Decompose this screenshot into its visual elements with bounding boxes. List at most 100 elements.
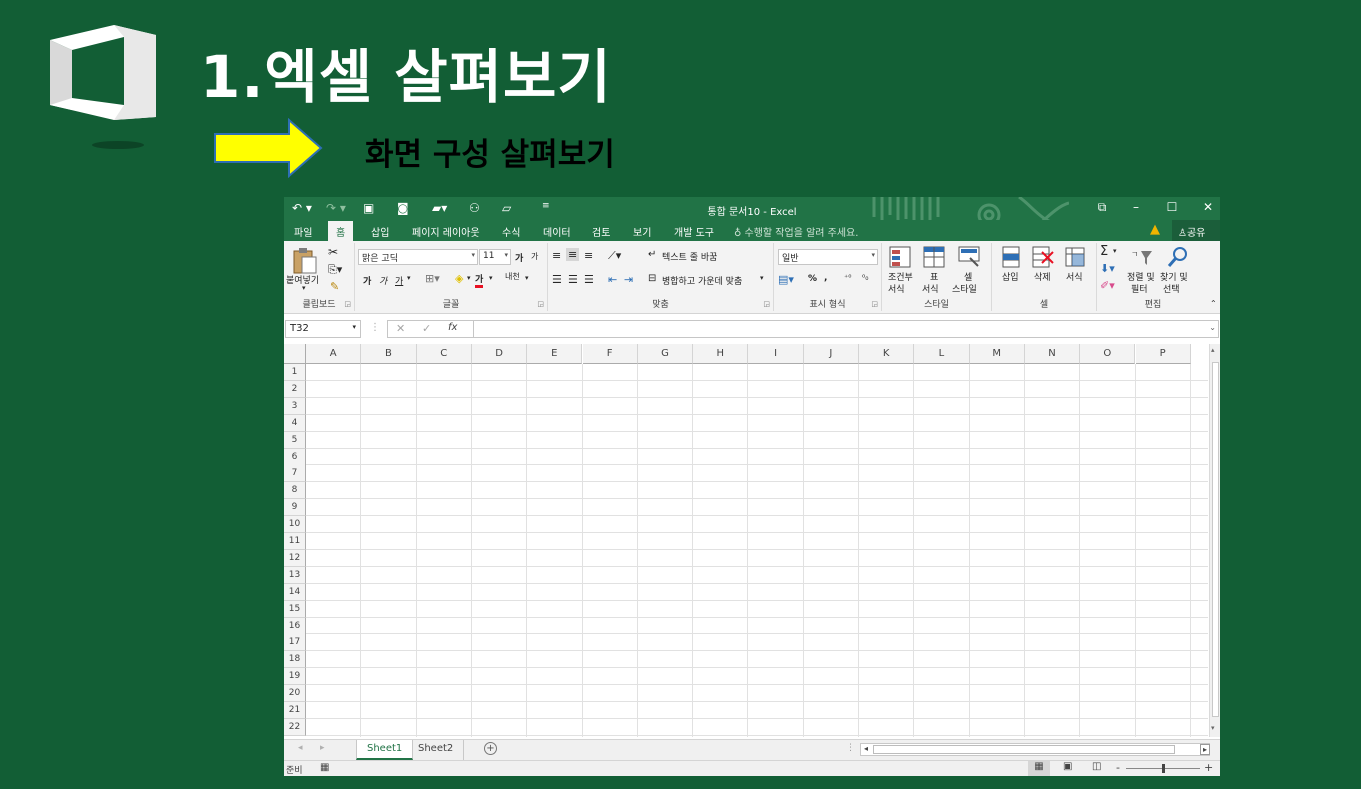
find-select-line2[interactable]: 선택	[1163, 282, 1180, 295]
row-header-22[interactable]: 22	[284, 718, 306, 736]
tab-review[interactable]: 검토	[592, 224, 610, 239]
increase-decimal-icon[interactable]: ⁺⁰	[844, 273, 851, 282]
tab-page-layout[interactable]: 페이지 레이아웃	[412, 224, 480, 239]
fill-icon[interactable]: ⬇▾	[1100, 262, 1115, 275]
column-header-h[interactable]: H	[693, 344, 749, 364]
column-header-d[interactable]: D	[471, 344, 528, 364]
row-header-13[interactable]: 13	[284, 566, 306, 584]
clear-icon[interactable]: ✐▾	[1100, 279, 1115, 292]
wrap-text-icon[interactable]: ↵	[648, 249, 656, 260]
align-bottom-icon[interactable]: ≡	[584, 249, 593, 262]
formula-input[interactable]: ⌄	[473, 320, 1219, 338]
row-header-3[interactable]: 3	[284, 397, 306, 415]
scroll-left-icon[interactable]: ◂	[864, 744, 868, 753]
merge-icon[interactable]: ⊟	[648, 273, 656, 284]
format-cells-icon[interactable]	[1064, 246, 1086, 268]
tab-file[interactable]: 파일	[294, 224, 312, 239]
column-header-c[interactable]: C	[416, 344, 472, 364]
maximize-icon[interactable]: ☐	[1160, 200, 1184, 214]
macro-record-icon[interactable]: ▦	[320, 762, 329, 773]
column-header-b[interactable]: B	[361, 344, 417, 364]
row-header-1[interactable]: 1	[284, 364, 306, 381]
row-header-4[interactable]: 4	[284, 414, 306, 432]
format-as-table-line2[interactable]: 서식	[922, 282, 939, 295]
enter-icon[interactable]: ✓	[422, 322, 431, 335]
row-header-12[interactable]: 12	[284, 549, 306, 567]
vertical-scroll-thumb[interactable]	[1212, 362, 1219, 717]
row-header-8[interactable]: 8	[284, 482, 306, 500]
row-header-21[interactable]: 21	[284, 702, 306, 719]
cut-icon[interactable]: ✂	[328, 245, 338, 259]
number-format-select[interactable]: 일반 ▾	[778, 249, 878, 265]
merge-center-button[interactable]: 병합하고 가운데 맞춤	[662, 274, 742, 287]
ribbon-display-icon[interactable]: ⧉	[1090, 200, 1114, 215]
font-color-dropdown-icon[interactable]: ▾	[489, 274, 493, 282]
row-header-14[interactable]: 14	[284, 583, 306, 601]
row-header-20[interactable]: 20	[284, 685, 306, 703]
tab-view[interactable]: 보기	[633, 224, 651, 239]
cell-styles-line2[interactable]: 스타일	[952, 282, 977, 295]
currency-icon[interactable]: ▤▾	[778, 273, 794, 286]
column-header-o[interactable]: O	[1080, 344, 1136, 364]
column-header-l[interactable]: L	[914, 344, 970, 364]
italic-button[interactable]: 가	[379, 274, 387, 287]
worksheet-grid[interactable]: ▴ ▾ A B C D E F G H I J K L M N O P 1 2 3 4 5 6 7 8 9 10 11 12 13 14 1…	[284, 344, 1220, 739]
insert-function-button[interactable]: fx	[448, 322, 457, 333]
zoom-slider-thumb[interactable]	[1162, 764, 1165, 773]
page-break-view-icon[interactable]: ◫	[1092, 761, 1101, 772]
row-header-19[interactable]: 19	[284, 668, 306, 686]
row-header-5[interactable]: 5	[284, 431, 306, 449]
copy-icon[interactable]: ⎘▾	[328, 263, 342, 277]
column-header-m[interactable]: M	[969, 344, 1025, 364]
row-header-18[interactable]: 18	[284, 651, 306, 669]
column-header-n[interactable]: N	[1024, 344, 1081, 364]
column-header-f[interactable]: F	[582, 344, 638, 364]
grow-font-button[interactable]: 가	[515, 251, 523, 264]
paste-dropdown-icon[interactable]: ▾	[302, 284, 306, 292]
column-header-p[interactable]: P	[1135, 344, 1191, 364]
autosum-dropdown-icon[interactable]: ▾	[1113, 247, 1117, 255]
alignment-launcher-icon[interactable]: ◲	[763, 300, 770, 308]
phonetic-dropdown-icon[interactable]: ▾	[525, 274, 529, 282]
number-launcher-icon[interactable]: ◲	[871, 300, 878, 308]
increase-indent-icon[interactable]: ⇥	[624, 273, 633, 286]
row-header-10[interactable]: 10	[284, 516, 306, 534]
column-header-e[interactable]: E	[527, 344, 583, 364]
format-as-table-icon[interactable]	[923, 246, 945, 268]
tab-data[interactable]: 데이터	[543, 224, 571, 239]
align-top-icon[interactable]: ≡	[552, 249, 561, 262]
font-size-select[interactable]: 11 ▾	[479, 249, 511, 265]
fill-dropdown-icon[interactable]: ▾	[467, 274, 471, 282]
bold-button[interactable]: 가	[363, 274, 371, 287]
tab-insert[interactable]: 삽입	[371, 224, 389, 239]
minimize-icon[interactable]: –	[1124, 200, 1148, 214]
row-header-16[interactable]: 16	[284, 617, 306, 635]
percent-button[interactable]: %	[808, 274, 817, 284]
fill-color-icon[interactable]: ◈	[455, 272, 463, 285]
sort-filter-line2[interactable]: 필터	[1131, 282, 1148, 295]
add-sheet-icon[interactable]: +	[484, 742, 497, 755]
horizontal-scroll-thumb[interactable]	[873, 745, 1175, 754]
collapse-ribbon-icon[interactable]: ⌃	[1210, 299, 1217, 308]
tab-home[interactable]: 홈	[328, 221, 354, 241]
vertical-scrollbar[interactable]: ▴ ▾	[1209, 344, 1220, 737]
align-left-icon[interactable]: ☰	[552, 273, 562, 286]
row-header-2[interactable]: 2	[284, 380, 306, 398]
find-select-icon[interactable]	[1167, 246, 1189, 268]
scroll-down-icon[interactable]: ▾	[1211, 724, 1215, 732]
shrink-font-button[interactable]: 가	[531, 251, 538, 262]
insert-cells-icon[interactable]	[1000, 246, 1022, 268]
share-button[interactable]: ♙공유	[1172, 220, 1220, 241]
name-box[interactable]: T32 ▾	[285, 320, 361, 338]
decrease-decimal-icon[interactable]: ⁰₀	[862, 273, 868, 282]
clipboard-launcher-icon[interactable]: ◲	[344, 300, 351, 308]
zoom-out-button[interactable]: -	[1116, 761, 1120, 774]
sheet-prev-icon[interactable]: ◂	[298, 743, 303, 753]
scroll-up-icon[interactable]: ▴	[1211, 346, 1215, 354]
align-right-icon[interactable]: ☰	[584, 273, 594, 286]
conditional-format-icon[interactable]	[889, 246, 911, 268]
font-name-select[interactable]: 맑은 고딕 ▾	[358, 249, 478, 265]
column-header-k[interactable]: K	[859, 344, 915, 364]
select-all-button[interactable]	[284, 344, 306, 364]
borders-icon[interactable]: ⊞▾	[425, 272, 440, 285]
